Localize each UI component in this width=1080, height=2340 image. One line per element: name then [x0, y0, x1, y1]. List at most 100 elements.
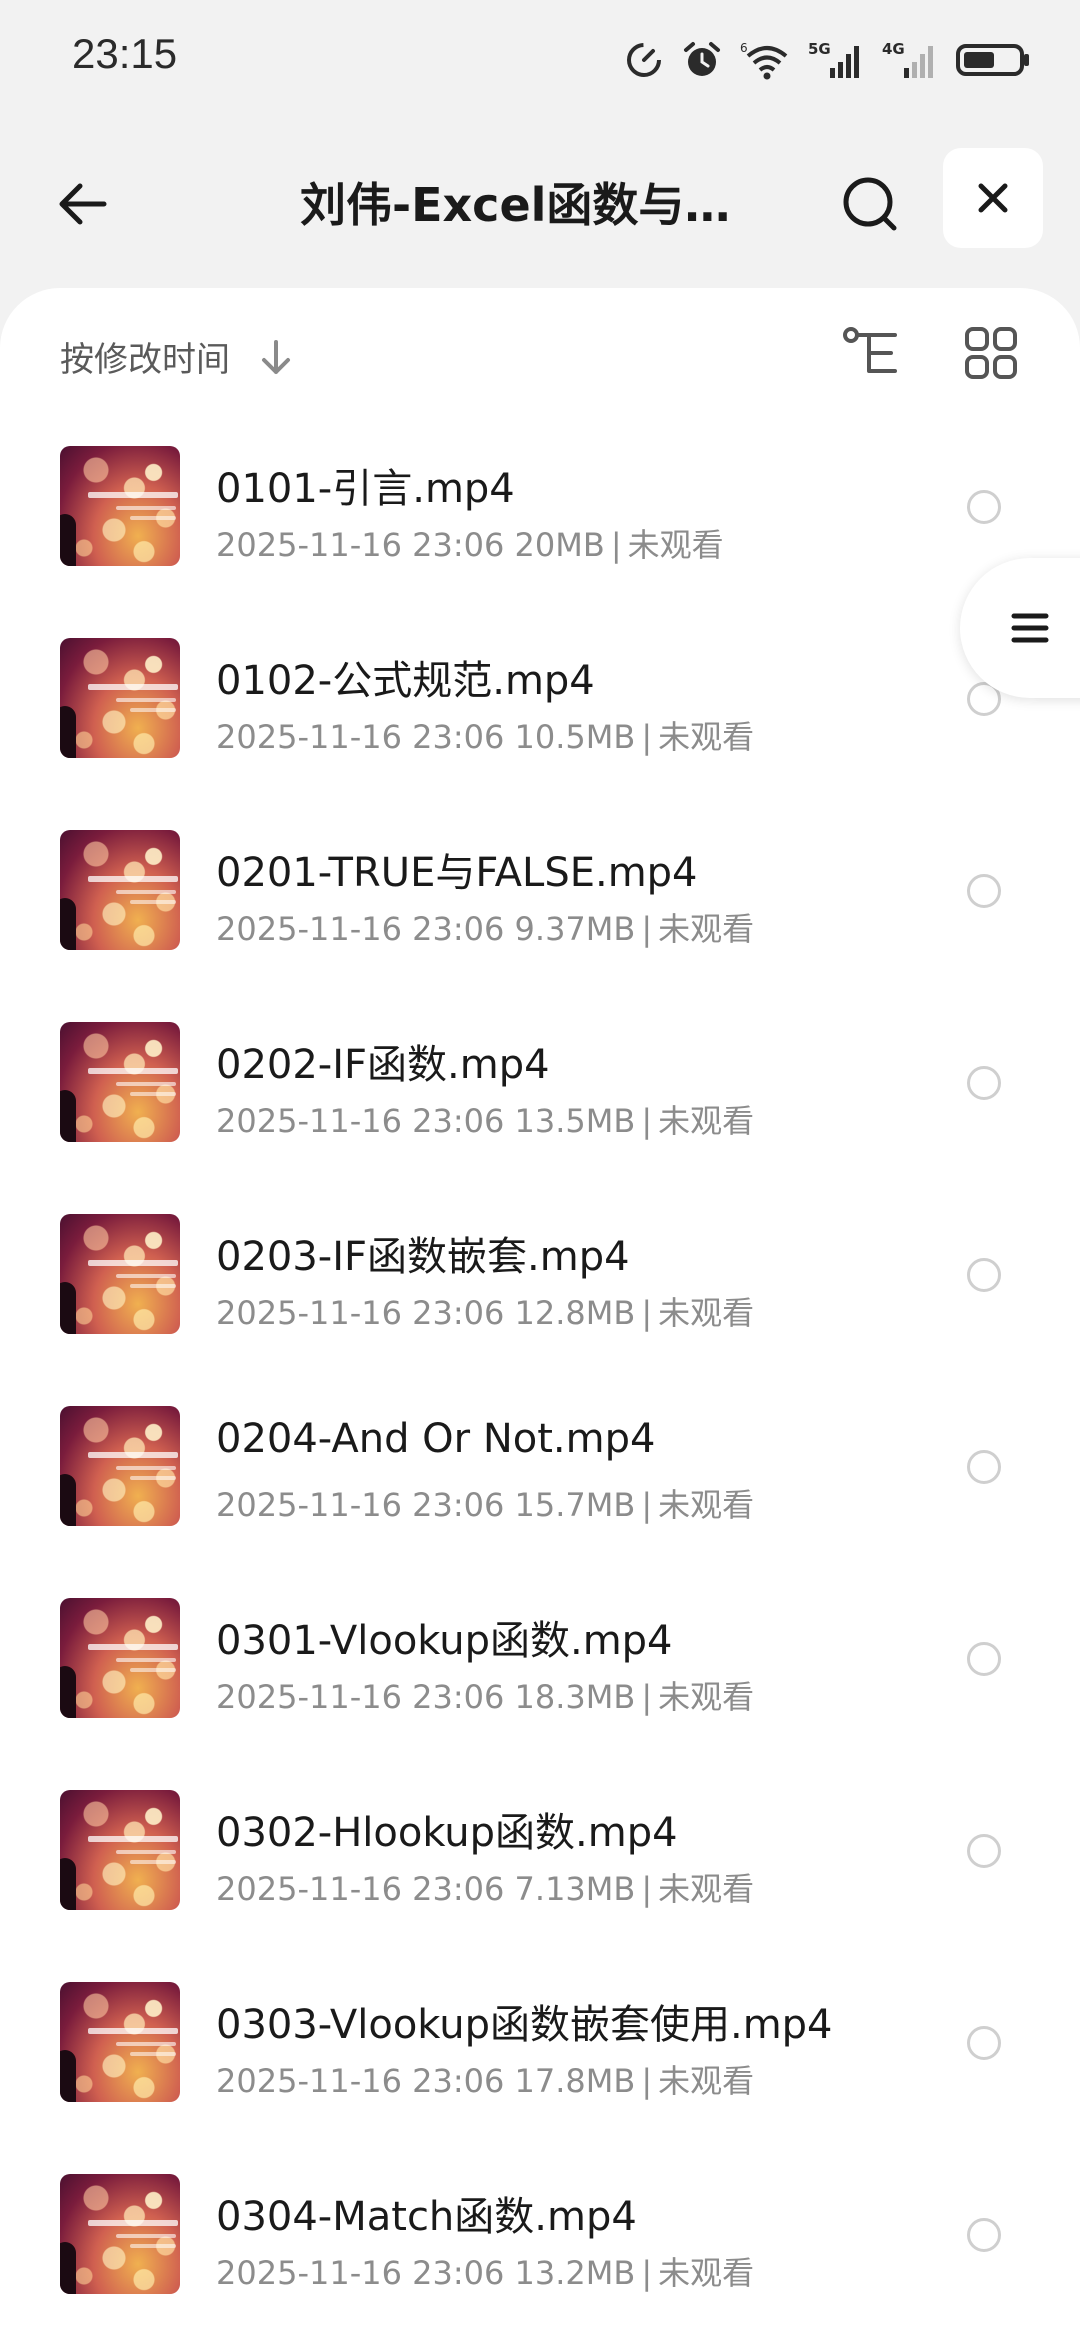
thumbnail-silhouette	[60, 514, 76, 566]
select-radio[interactable]	[967, 1642, 1001, 1676]
file-name: 0201-TRUE与FALSE.mp4	[216, 850, 698, 896]
thumbnail-title-line	[88, 684, 178, 690]
thumbnail-subtitle-line	[130, 1860, 176, 1864]
watch-status: 未观看	[658, 1678, 755, 1716]
back-arrow-icon	[59, 183, 107, 225]
meta-separator: |	[641, 2062, 653, 2100]
thumbnail-subtitle-line	[116, 2234, 176, 2238]
tree-view-button[interactable]	[836, 318, 906, 388]
thumbnail-subtitle-line	[130, 2244, 176, 2248]
search-button[interactable]	[830, 164, 910, 244]
page-title: 刘伟-Excel函数与…	[300, 178, 731, 232]
file-date: 2025-11-16 23:06	[216, 1486, 505, 1524]
file-name: 0102-公式规范.mp4	[216, 658, 595, 704]
file-row[interactable]: 0101-引言.mp4 2025-11-16 23:06 20MB | 未观看	[0, 420, 1080, 612]
select-radio[interactable]	[967, 874, 1001, 908]
thumbnail-title-line	[88, 2028, 178, 2034]
file-row[interactable]: 0201-TRUE与FALSE.mp4 2025-11-16 23:06 9.37…	[0, 804, 1080, 996]
thumbnail-subtitle-line	[130, 2052, 176, 2056]
select-radio[interactable]	[967, 1066, 1001, 1100]
file-meta: 2025-11-16 23:06 7.13MB | 未观看	[216, 1864, 936, 1910]
file-name: 0203-IF函数嵌套.mp4	[216, 1234, 630, 1280]
file-meta: 2025-11-16 23:06 18.3MB | 未观看	[216, 1672, 936, 1718]
file-row[interactable]: 0202-IF函数.mp4 2025-11-16 23:06 13.5MB | 未观看	[0, 996, 1080, 1188]
file-meta: 2025-11-16 23:06 13.2MB | 未观看	[216, 2248, 936, 2294]
file-size: 18.3MB	[514, 1678, 636, 1716]
thumbnail-silhouette	[60, 2242, 76, 2294]
watch-status: 未观看	[658, 1102, 755, 1140]
file-list: 0101-引言.mp4 2025-11-16 23:06 20MB | 未观看 0102…	[0, 420, 1080, 2340]
select-radio[interactable]	[967, 1450, 1001, 1484]
file-size: 10.5MB	[514, 718, 636, 756]
wifi-icon: 6	[740, 41, 788, 80]
select-radio[interactable]	[967, 1258, 1001, 1292]
file-row[interactable]: 0203-IF函数嵌套.mp4 2025-11-16 23:06 12.8MB | 未…	[0, 1188, 1080, 1380]
list-toolbar: 按修改时间	[0, 288, 1080, 428]
file-size: 13.2MB	[514, 2254, 636, 2292]
thumbnail-silhouette	[60, 1282, 76, 1334]
video-thumbnail	[60, 1406, 180, 1526]
file-meta: 2025-11-16 23:06 15.7MB | 未观看	[216, 1480, 936, 1526]
file-name: 0302-Hlookup函数.mp4	[216, 1810, 678, 1856]
thumbnail-subtitle-line	[116, 1658, 176, 1662]
file-meta: 2025-11-16 23:06 13.5MB | 未观看	[216, 1096, 936, 1142]
file-row[interactable]: 0301-Vlookup函数.mp4 2025-11-16 23:06 18.3M…	[0, 1572, 1080, 1764]
thumbnail-silhouette	[60, 898, 76, 950]
sort-button[interactable]: 按修改时间	[60, 332, 230, 381]
file-name: 0304-Match函数.mp4	[216, 2194, 637, 2240]
meta-separator: |	[641, 1486, 653, 1524]
thumbnail-subtitle-line	[130, 900, 176, 904]
file-size: 12.8MB	[514, 1294, 636, 1332]
file-size: 20MB	[514, 526, 605, 564]
alarm-icon	[684, 42, 720, 76]
file-row[interactable]: 0302-Hlookup函数.mp4 2025-11-16 23:06 7.13M…	[0, 1764, 1080, 1956]
file-meta: 2025-11-16 23:06 9.37MB | 未观看	[216, 904, 936, 950]
file-size: 7.13MB	[514, 1870, 636, 1908]
thumbnail-title-line	[88, 876, 178, 882]
file-meta: 2025-11-16 23:06 12.8MB | 未观看	[216, 1288, 936, 1334]
file-row[interactable]: 0102-公式规范.mp4 2025-11-16 23:06 10.5MB | 未观看	[0, 612, 1080, 804]
meta-separator: |	[610, 526, 622, 564]
thumbnail-title-line	[88, 492, 178, 498]
watch-status: 未观看	[658, 1294, 755, 1332]
thumbnail-subtitle-line	[130, 516, 176, 520]
speed-icon	[627, 43, 661, 77]
file-date: 2025-11-16 23:06	[216, 2062, 505, 2100]
tree-view-icon	[843, 327, 897, 373]
close-icon	[978, 183, 1008, 213]
file-row[interactable]: 0304-Match函数.mp4 2025-11-16 23:06 13.2MB |…	[0, 2148, 1080, 2340]
file-date: 2025-11-16 23:06	[216, 910, 505, 948]
thumbnail-title-line	[88, 1452, 178, 1458]
sort-descending-icon[interactable]	[258, 338, 294, 378]
thumbnail-subtitle-line	[116, 1274, 176, 1278]
grid-view-button[interactable]	[956, 318, 1026, 388]
select-radio[interactable]	[967, 490, 1001, 524]
back-button[interactable]	[44, 164, 124, 244]
thumbnail-silhouette	[60, 1858, 76, 1910]
select-radio[interactable]	[967, 2026, 1001, 2060]
watch-status: 未观看	[658, 910, 755, 948]
file-row[interactable]: 0303-Vlookup函数嵌套使用.mp4 2025-11-16 23:06 1…	[0, 1956, 1080, 2148]
select-radio[interactable]	[967, 2218, 1001, 2252]
thumbnail-silhouette	[60, 1474, 76, 1526]
close-button[interactable]	[943, 148, 1043, 248]
video-thumbnail	[60, 2174, 180, 2294]
thumbnail-silhouette	[60, 1666, 76, 1718]
file-date: 2025-11-16 23:06	[216, 718, 505, 756]
video-thumbnail	[60, 830, 180, 950]
meta-separator: |	[641, 1294, 653, 1332]
svg-text:5G: 5G	[808, 40, 831, 58]
meta-separator: |	[641, 910, 653, 948]
meta-separator: |	[641, 718, 653, 756]
thumbnail-silhouette	[60, 2050, 76, 2102]
file-name: 0202-IF函数.mp4	[216, 1042, 550, 1088]
video-thumbnail	[60, 1214, 180, 1334]
file-date: 2025-11-16 23:06	[216, 1294, 505, 1332]
file-row[interactable]: 0204-And Or Not.mp4 2025-11-16 23:06 15.7…	[0, 1380, 1080, 1572]
thumbnail-subtitle-line	[116, 506, 176, 510]
watch-status: 未观看	[627, 526, 724, 564]
video-thumbnail	[60, 1022, 180, 1142]
menu-lines-icon	[1011, 613, 1049, 643]
select-radio[interactable]	[967, 1834, 1001, 1868]
file-name: 0303-Vlookup函数嵌套使用.mp4	[216, 2002, 833, 2048]
